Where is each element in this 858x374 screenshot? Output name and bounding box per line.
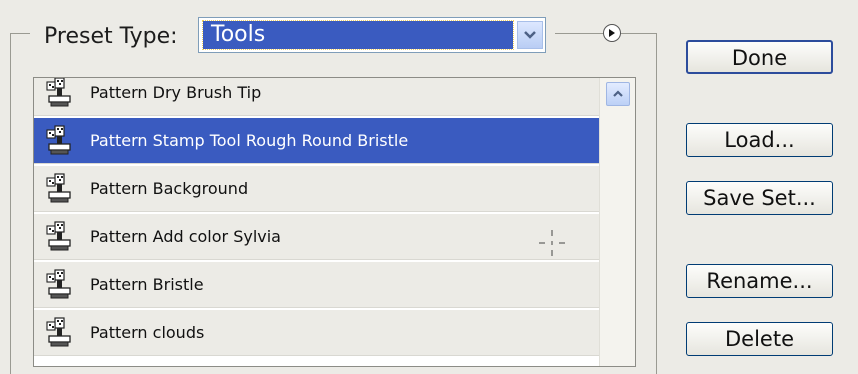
rename-button[interactable]: Rename... <box>686 264 833 298</box>
list-item-label: Pattern Background <box>90 179 249 198</box>
pattern-stamp-tool-icon <box>42 172 76 206</box>
pattern-stamp-tool-icon <box>42 316 76 350</box>
list-item[interactable]: Pattern Background <box>34 166 599 212</box>
list-scrollbar[interactable] <box>599 78 635 366</box>
list-item[interactable]: Pattern Bristle <box>34 262 599 308</box>
list-item[interactable]: Pattern Stamp Tool Rough Round Bristle <box>34 118 599 164</box>
delete-button[interactable]: Delete <box>686 322 833 356</box>
load-button[interactable]: Load... <box>686 123 833 157</box>
preset-type-selected-value: Tools <box>202 20 514 50</box>
pattern-stamp-tool-icon <box>42 78 76 110</box>
pattern-stamp-tool-icon <box>42 124 76 158</box>
save-set-button[interactable]: Save Set... <box>686 181 833 215</box>
menu-divider-right <box>624 33 655 34</box>
preset-list[interactable]: Pattern Dry Brush Tip Pattern Stamp Tool … <box>33 77 636 367</box>
crosshair-cursor-icon <box>537 228 567 258</box>
pattern-stamp-tool-icon <box>42 220 76 254</box>
list-item-label: Pattern Add color Sylvia <box>90 227 281 246</box>
list-item-label: Pattern Dry Brush Tip <box>90 83 262 102</box>
list-item[interactable]: Pattern clouds <box>34 310 599 356</box>
preset-type-select[interactable]: Tools <box>198 17 546 53</box>
done-button[interactable]: Done <box>686 40 833 74</box>
list-item[interactable]: Pattern Dry Brush Tip <box>34 78 599 116</box>
list-item-label: Pattern Bristle <box>90 275 204 294</box>
arrow-up-icon[interactable] <box>606 82 630 106</box>
menu-divider-left <box>560 33 600 34</box>
preset-type-label: Preset Type: <box>44 24 178 49</box>
flyout-menu-icon[interactable] <box>603 24 621 42</box>
list-item-label: Pattern Stamp Tool Rough Round Bristle <box>90 131 409 150</box>
pattern-stamp-tool-icon <box>42 268 76 302</box>
list-item[interactable]: Pattern Add color Sylvia <box>34 214 599 260</box>
list-item-label: Pattern clouds <box>90 323 205 342</box>
chevron-down-icon[interactable] <box>517 21 543 49</box>
